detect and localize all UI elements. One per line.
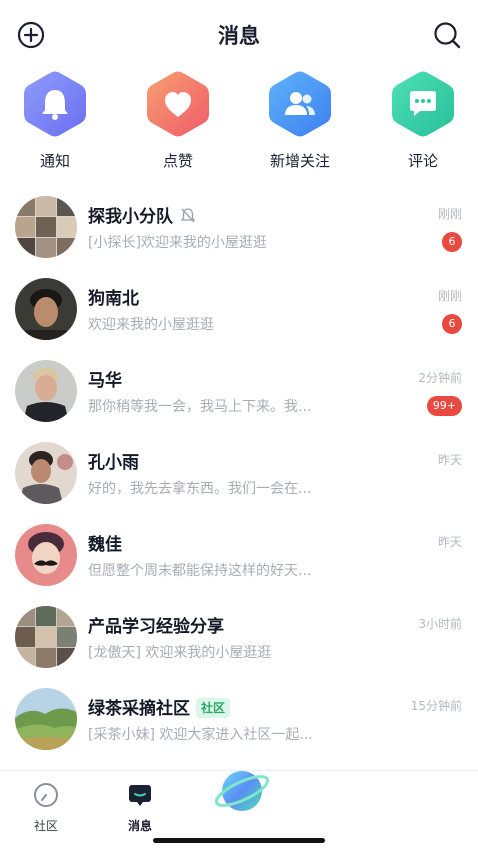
conversation-time: 昨天 xyxy=(437,535,462,549)
avatar xyxy=(15,278,77,340)
tab-label: 消息 xyxy=(127,819,152,833)
planet-icon xyxy=(214,771,270,811)
avatar xyxy=(15,196,77,258)
avatar xyxy=(15,360,77,422)
message-icon xyxy=(129,785,151,806)
conversation-time: 2分钟前 xyxy=(418,371,462,385)
tab-messages[interactable]: 消息 xyxy=(110,781,170,834)
list-item[interactable]: 产品学习经验分享 [龙傲天] 欢迎来我的小屋逛逛 3小时前 xyxy=(0,596,478,678)
avatar xyxy=(15,688,77,750)
conversation-preview: 但愿整个周末都能保持这样的好天... xyxy=(88,563,312,579)
conversation-preview: [龙傲天] 欢迎来我的小屋逛逛 xyxy=(88,645,272,661)
conversation-time: 昨天 xyxy=(437,453,462,467)
planet-button[interactable] xyxy=(212,761,272,821)
list-item[interactable]: 绿茶采摘社区 社区 [采茶小妹] 欢迎大家进入社区一起... 15分钟前 xyxy=(0,678,478,760)
unread-badge: 6 xyxy=(442,314,462,334)
conversation-time: 刚刚 xyxy=(437,207,462,221)
conversation-time: 15分钟前 xyxy=(410,699,462,713)
conversation-time: 3小时前 xyxy=(418,617,462,631)
quick-action-label: 点赞 xyxy=(162,152,193,170)
conversation-name: 马华 xyxy=(88,371,122,391)
conversation-preview: [小探长]欢迎来我的小屋逛逛 xyxy=(88,235,267,251)
list-item[interactable]: 马华 那你稍等我一会，我马上下来。我... 2分钟前 99+ xyxy=(0,350,478,432)
mute-bell-icon xyxy=(179,206,197,229)
avatar xyxy=(15,524,77,586)
conversation-name-text: 探我小分队 xyxy=(88,207,173,227)
compass-icon xyxy=(34,783,58,807)
quick-action-likes[interactable]: 点赞 xyxy=(128,70,228,171)
home-indicator xyxy=(153,838,325,843)
conversation-preview: [采茶小妹] 欢迎大家进入社区一起... xyxy=(88,727,313,743)
quick-action-followers[interactable]: 新增关注 xyxy=(250,70,350,171)
list-item[interactable]: 探我小分队 [小探长]欢迎来我的小屋逛逛 刚刚 6 xyxy=(0,186,478,268)
quick-action-label: 评论 xyxy=(407,152,438,170)
unread-badge: 99+ xyxy=(426,396,462,416)
conversation-name: 探我小分队 xyxy=(88,202,197,229)
search-icon[interactable] xyxy=(432,20,462,50)
conversation-name-text: 绿茶采摘社区 xyxy=(88,699,190,719)
conversation-preview: 欢迎来我的小屋逛逛 xyxy=(88,317,214,333)
tab-label: 社区 xyxy=(33,819,58,833)
conversation-time: 刚刚 xyxy=(437,289,462,303)
list-item[interactable]: 狗南北 欢迎来我的小屋逛逛 刚刚 6 xyxy=(0,268,478,350)
conversation-name: 孔小雨 xyxy=(88,453,139,473)
list-item[interactable]: 魏佳 但愿整个周末都能保持这样的好天... 昨天 xyxy=(0,514,478,596)
unread-badge: 6 xyxy=(442,232,462,252)
quick-action-label: 通知 xyxy=(39,152,70,170)
avatar xyxy=(15,606,77,668)
avatar xyxy=(15,442,77,504)
quick-action-comments[interactable]: 评论 xyxy=(373,70,473,171)
conversation-name: 产品学习经验分享 xyxy=(88,617,224,637)
page-title: 消息 xyxy=(218,24,260,48)
community-tag: 社区 xyxy=(196,698,231,718)
conversation-name: 绿茶采摘社区 社区 xyxy=(88,694,231,719)
quick-action-label: 新增关注 xyxy=(269,152,330,170)
list-item[interactable]: 孔小雨 好的，我先去拿东西。我们一会在... 昨天 xyxy=(0,432,478,514)
conversation-name: 狗南北 xyxy=(88,289,139,309)
conversation-preview: 好的，我先去拿东西。我们一会在... xyxy=(88,481,312,497)
top-bar: 消息 xyxy=(0,0,478,70)
quick-action-notify[interactable]: 通知 xyxy=(5,70,105,171)
tab-community[interactable]: 社区 xyxy=(16,781,76,834)
quick-actions: 通知 点赞 新增关注 评论 xyxy=(0,70,478,180)
conversation-name: 魏佳 xyxy=(88,535,122,555)
conversation-preview: 那你稍等我一会，我马上下来。我... xyxy=(88,399,312,415)
